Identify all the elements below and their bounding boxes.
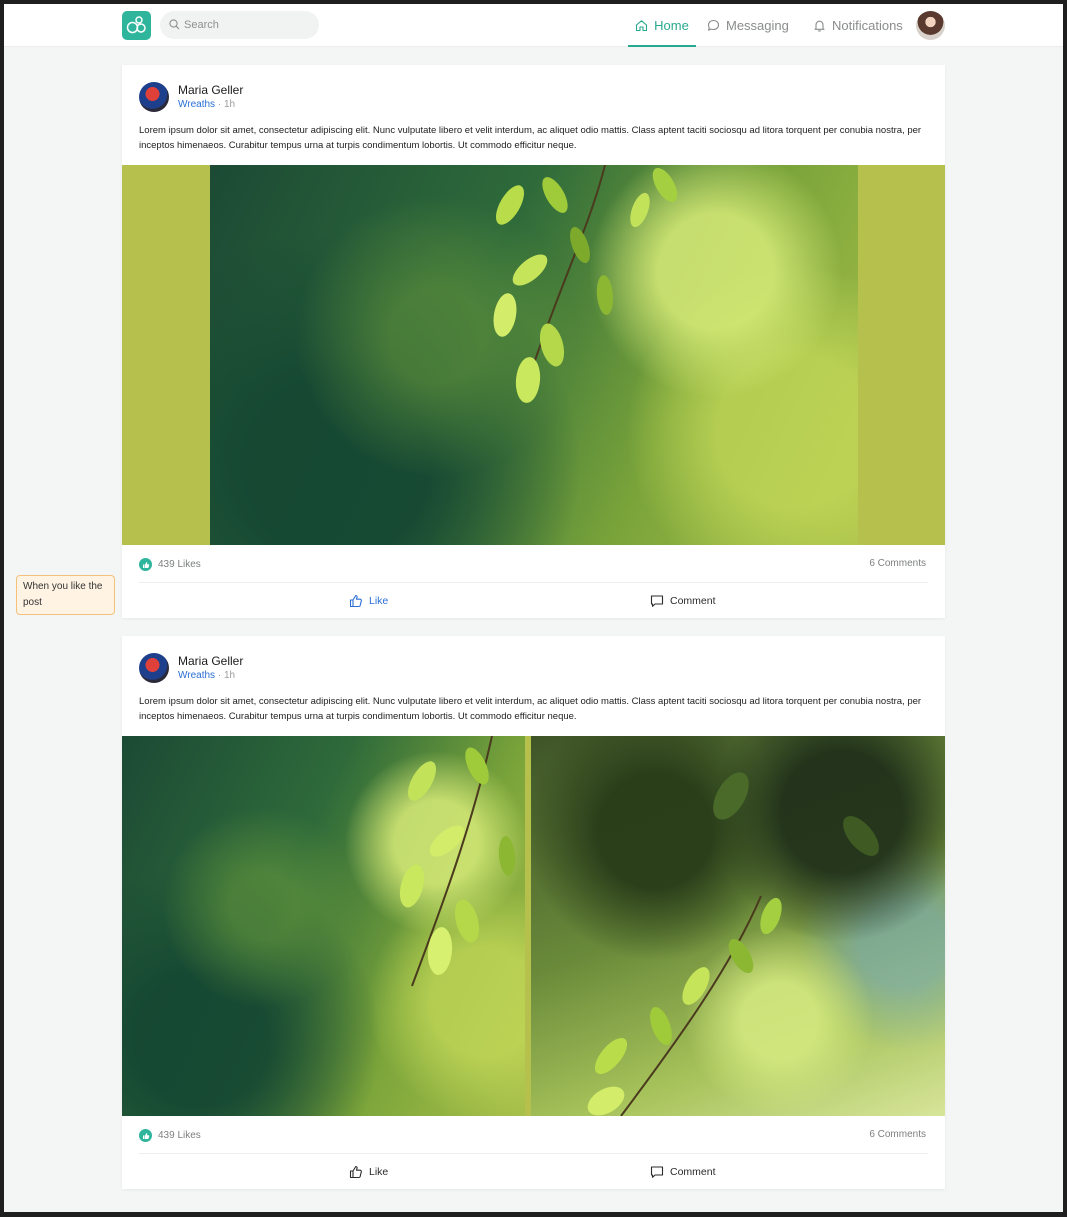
post-stats: 439 Likes 6 Comments [139, 1116, 928, 1154]
nav-messaging-label: Messaging [726, 18, 789, 33]
feed-post: Maria Geller Wreaths · 1h Lorem ipsum do… [122, 636, 945, 1189]
post-stats: 439 Likes 6 Comments [139, 545, 928, 583]
post-photo[interactable] [122, 736, 525, 1116]
chat-bubble-icon [707, 19, 720, 31]
post-media-gallery [122, 736, 945, 1116]
like-badge-icon [139, 1129, 152, 1142]
nav-home-label: Home [654, 18, 689, 33]
search-icon [169, 19, 180, 30]
group-link[interactable]: Wreaths [178, 670, 215, 681]
search-box[interactable] [160, 11, 319, 39]
likes-count-label: 439 Likes [158, 1130, 201, 1141]
post-media[interactable] [122, 165, 945, 545]
comments-count[interactable]: 6 Comments [869, 558, 926, 569]
comment-button[interactable]: Comment [650, 1154, 716, 1190]
post-photo[interactable] [210, 165, 858, 545]
post-time: 1h [223, 99, 236, 110]
likes-count-label: 439 Likes [158, 559, 201, 570]
author-name[interactable]: Maria Geller [178, 83, 243, 97]
media-padding-right [858, 165, 945, 545]
app-frame: Home Messaging Notifications When you li… [4, 4, 1063, 1212]
meta-separator: · [217, 670, 222, 681]
leaves-branch-graphic [493, 165, 678, 403]
meta-separator: · [217, 99, 222, 110]
top-nav-bar: Home Messaging Notifications [4, 4, 1063, 47]
like-button[interactable]: Like [349, 583, 388, 619]
author-avatar[interactable] [139, 82, 169, 112]
app-logo[interactable] [122, 11, 151, 40]
nav-home[interactable]: Home [628, 4, 696, 47]
likes-count[interactable]: 439 Likes [139, 558, 201, 571]
like-button-label: Like [369, 595, 389, 607]
bell-icon [814, 20, 825, 32]
comment-button[interactable]: Comment [650, 583, 716, 619]
user-avatar[interactable] [916, 11, 945, 40]
media-padding-left [122, 165, 210, 545]
thumbs-up-icon [349, 594, 362, 608]
post-actions: Like Comment [122, 583, 945, 619]
nav-messaging[interactable]: Messaging [707, 4, 789, 47]
nav-active-indicator [628, 45, 696, 47]
annotation-note: When you like the post [16, 575, 115, 615]
comment-icon [650, 1166, 664, 1178]
post-photo[interactable] [531, 736, 945, 1116]
post-time: 1h [223, 670, 236, 681]
post-header: Maria Geller Wreaths · 1h [122, 65, 945, 120]
nav-notifications-label: Notifications [832, 18, 903, 33]
annotation-note-text: When you like the post [23, 581, 103, 608]
comments-count[interactable]: 6 Comments [869, 1129, 926, 1140]
comment-button-label: Comment [670, 595, 716, 607]
post-text: Lorem ipsum dolor sit amet, consectetur … [139, 125, 922, 151]
like-badge-icon [139, 558, 152, 571]
post-header: Maria Geller Wreaths · 1h [122, 636, 945, 691]
leaves-branch-graphic [399, 736, 516, 987]
search-input[interactable] [184, 11, 314, 39]
leaves-branch-graphic [587, 772, 879, 1116]
feed-post: Maria Geller Wreaths · 1h Lorem ipsum do… [122, 65, 945, 618]
author-name[interactable]: Maria Geller [178, 654, 243, 668]
post-meta: Wreaths · 1h [178, 99, 235, 110]
home-icon [636, 20, 648, 32]
thumbs-up-icon [349, 1165, 362, 1179]
post-actions: Like Comment [122, 1154, 945, 1190]
likes-count[interactable]: 439 Likes [139, 1129, 201, 1142]
like-button-label: Like [369, 1166, 389, 1178]
logo-icon [126, 16, 146, 34]
group-link[interactable]: Wreaths [178, 99, 215, 110]
post-text: Lorem ipsum dolor sit amet, consectetur … [139, 696, 922, 722]
like-button[interactable]: Like [349, 1154, 388, 1190]
post-meta: Wreaths · 1h [178, 670, 235, 681]
comment-icon [650, 595, 664, 607]
comment-button-label: Comment [670, 1166, 716, 1178]
nav-notifications[interactable]: Notifications [813, 4, 903, 47]
author-avatar[interactable] [139, 653, 169, 683]
